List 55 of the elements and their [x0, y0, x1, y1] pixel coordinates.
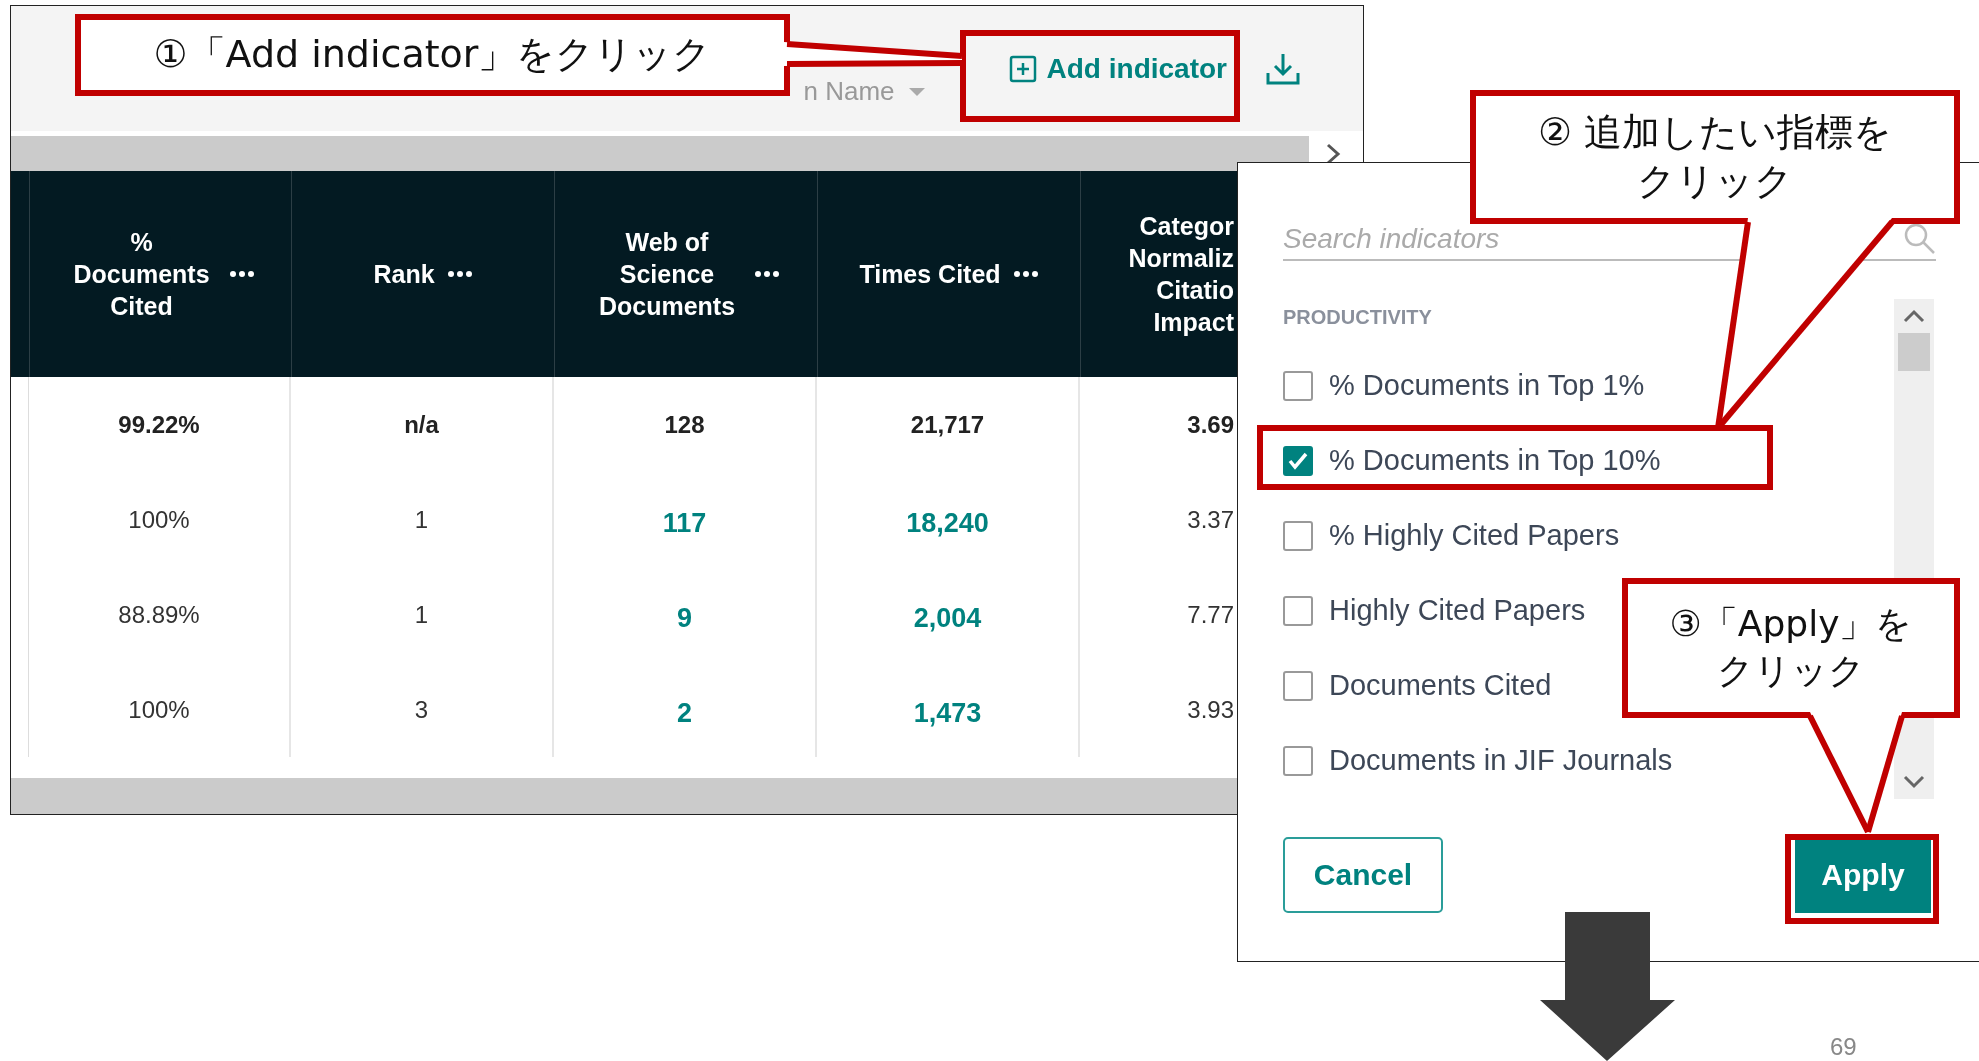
indicator-option[interactable]: Highly Cited Papers: [1283, 573, 1586, 648]
indicator-option[interactable]: % Documents in Top 10%: [1283, 423, 1661, 498]
checkbox[interactable]: [1283, 595, 1313, 626]
table-cell: 21,717: [910, 410, 985, 439]
table-cell: n/a: [404, 410, 439, 439]
column-header[interactable]: Times Cited: [817, 171, 1080, 377]
table-cell: 128: [664, 410, 705, 439]
checkbox[interactable]: [1283, 445, 1313, 476]
cancel-button[interactable]: Cancel: [1283, 837, 1443, 913]
table-cell: 3.93: [1187, 695, 1234, 724]
table-cell: 100%: [128, 695, 190, 724]
table-cell: 3.37: [1187, 505, 1234, 534]
more-icon: [446, 270, 473, 278]
table-link[interactable]: 9: [677, 603, 692, 634]
column-header[interactable]: Web of Science Documents: [554, 171, 817, 377]
section-heading: PRODUCTIVITY: [1283, 305, 1433, 330]
table-cell: 88.89%: [118, 600, 200, 629]
table-cell: 100%: [128, 505, 190, 534]
table-cell: 99.22%: [118, 410, 200, 439]
more-icon: [228, 270, 255, 278]
table-cell: 7.77: [1187, 600, 1234, 629]
table-cell: 3.69: [1187, 410, 1234, 439]
checkbox[interactable]: [1283, 745, 1313, 776]
indicator-option[interactable]: Documents Cited: [1283, 648, 1552, 723]
search-field[interactable]: Search indicators: [1283, 223, 1703, 255]
chevron-up-icon: [1903, 309, 1925, 323]
more-icon: [1012, 270, 1039, 278]
add-indicator-button[interactable]: Add indicator: [998, 46, 1237, 91]
table-link[interactable]: 2,004: [913, 603, 982, 634]
checkbox[interactable]: [1283, 670, 1313, 701]
indicator-option[interactable]: % Highly Cited Papers: [1283, 498, 1620, 573]
column-header[interactable]: Rank: [291, 171, 554, 377]
table-cell: 1: [414, 600, 429, 629]
scrollbar-thumb[interactable]: [1898, 333, 1930, 371]
apply-button[interactable]: Apply: [1795, 837, 1931, 913]
chevron-down-icon: [1903, 775, 1925, 789]
callout: ①「Add indicator」をクリック: [75, 14, 790, 96]
indicator-option[interactable]: Documents in JIF Journals: [1283, 723, 1673, 798]
table-link[interactable]: 18,240: [906, 508, 989, 539]
table-cell: 3: [414, 695, 429, 724]
more-icon: [754, 270, 780, 278]
checkbox[interactable]: [1283, 370, 1313, 401]
checkbox[interactable]: [1283, 520, 1313, 551]
scrollbar-track[interactable]: [11, 136, 1309, 171]
table-link[interactable]: 117: [662, 508, 707, 539]
table-cell: 1: [414, 505, 429, 534]
column-header[interactable]: % Documents Cited: [29, 171, 291, 377]
callout: ② 追加したい指標を クリック: [1470, 90, 1960, 224]
page-number: 69: [1830, 1033, 1857, 1061]
table-link[interactable]: 2: [677, 698, 692, 729]
table-link[interactable]: 1,473: [913, 698, 982, 729]
indicator-option[interactable]: % Documents in Top 1%: [1283, 348, 1645, 423]
column-header[interactable]: Categor Normaliz Citatio Impact: [1080, 171, 1238, 377]
search-icon: [1902, 221, 1936, 255]
plus-icon: [1008, 54, 1037, 83]
